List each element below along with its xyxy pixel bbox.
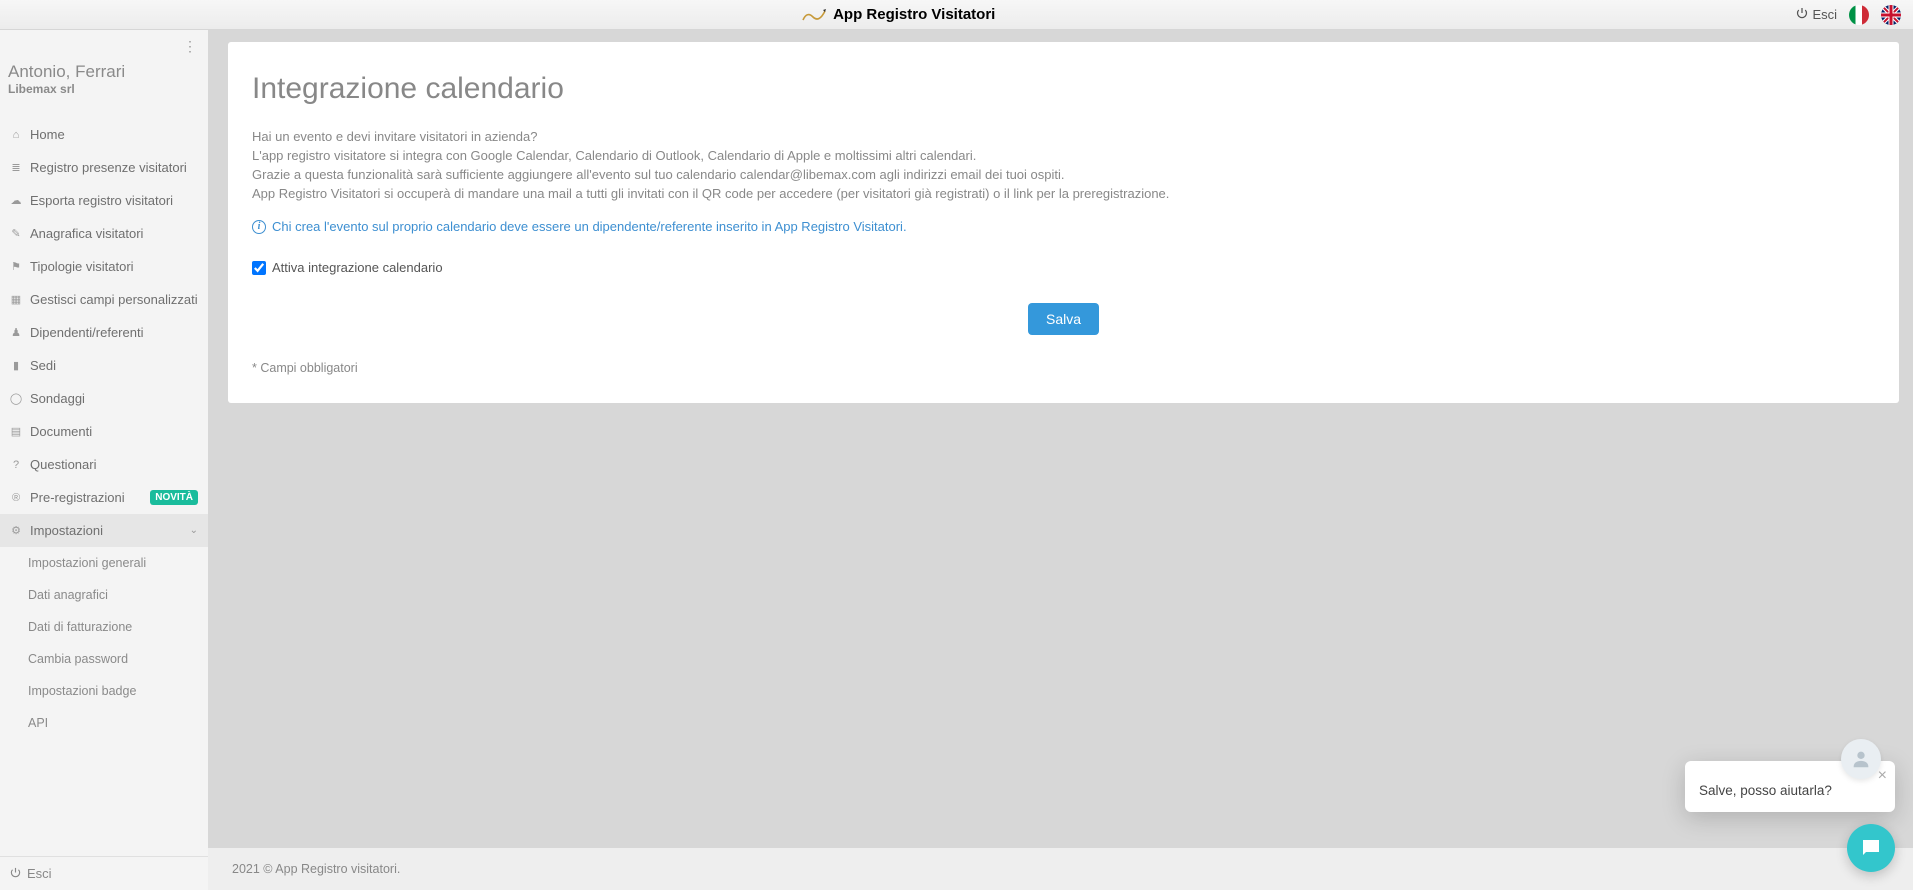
grid-icon: ▦	[10, 293, 22, 306]
flag-icon: ⚑	[10, 260, 22, 273]
sidebar-nav: ⌂ Home ≣ Registro presenze visitatori ☁ Esp…	[0, 118, 208, 739]
sidebar-item-label: Pre-registrazioni	[30, 490, 125, 505]
flag-it-icon[interactable]	[1849, 5, 1869, 25]
subnav-label: Cambia password	[28, 652, 128, 666]
page-title: Integrazione calendario	[252, 72, 1875, 106]
app-logo-icon	[801, 7, 827, 23]
sidebar-item-sedi[interactable]: ▮ Sedi	[0, 349, 208, 382]
edit-icon: ✎	[10, 227, 22, 240]
main: Integrazione calendario Hai un evento e …	[208, 0, 1913, 890]
content-wrap: Integrazione calendario Hai un evento e …	[208, 30, 1913, 848]
subnav-label: Impostazioni badge	[28, 684, 136, 698]
activate-calendar-checkbox[interactable]	[252, 261, 266, 275]
topbar-right: Esci	[1796, 5, 1913, 25]
checkbox-label: Attiva integrazione calendario	[272, 260, 443, 275]
subnav-label: API	[28, 716, 48, 730]
sidebar-item-home[interactable]: ⌂ Home	[0, 118, 208, 151]
sidebar-item-dipendenti[interactable]: ♟ Dipendenti/referenti	[0, 316, 208, 349]
cogs-icon: ⚙	[10, 524, 22, 537]
chevron-down-icon: ⌄	[190, 525, 198, 536]
intro-line3: Grazie a questa funzionalità sarà suffic…	[252, 166, 1875, 185]
page-footer: 2021 © App Registro visitatori.	[208, 848, 1913, 890]
sidebar-item-label: Impostazioni	[30, 523, 103, 538]
cloud-icon: ☁	[10, 194, 22, 207]
intro-block: Hai un evento e devi invitare visitatori…	[252, 128, 1875, 203]
topbar: App Registro Visitatori Esci	[0, 0, 1913, 30]
logout-label: Esci	[1812, 7, 1837, 22]
intro-line1: Hai un evento e devi invitare visitatori…	[252, 128, 1875, 147]
save-button[interactable]: Salva	[1028, 303, 1099, 335]
info-note: i Chi crea l'evento sul proprio calendar…	[252, 219, 1875, 234]
sidebar-item-esporta-registro[interactable]: ☁ Esporta registro visitatori	[0, 184, 208, 217]
sidebar-item-label: Anagrafica visitatori	[30, 226, 143, 241]
novita-badge: NOVITÀ	[150, 490, 198, 505]
sidebar-item-tipologie[interactable]: ⚑ Tipologie visitatori	[0, 250, 208, 283]
chat-message: Salve, posso aiutarla?	[1699, 783, 1881, 798]
save-row: Salva	[252, 303, 1875, 335]
file-icon: ▤	[10, 425, 22, 438]
checkbox-row[interactable]: Attiva integrazione calendario	[252, 260, 1875, 275]
power-icon	[10, 866, 21, 881]
company-name: Libemax srl	[8, 82, 196, 96]
sidebar-footer-label: Esci	[27, 866, 52, 881]
chat-avatar-icon	[1841, 739, 1881, 779]
sidebar-item-label: Registro presenze visitatori	[30, 160, 187, 175]
subnav-cambia-password[interactable]: Cambia password	[0, 643, 208, 675]
chat-popup[interactable]: × Salve, posso aiutarla?	[1685, 761, 1895, 812]
sidebar-item-label: Tipologie visitatori	[30, 259, 134, 274]
subnav-dati-fatturazione[interactable]: Dati di fatturazione	[0, 611, 208, 643]
subnav-impostazioni-badge[interactable]: Impostazioni badge	[0, 675, 208, 707]
sidebar-item-impostazioni[interactable]: ⚙ Impostazioni ⌄	[0, 514, 208, 547]
chat-close-icon[interactable]: ×	[1878, 767, 1887, 785]
sidebar-item-label: Home	[30, 127, 65, 142]
sidebar-item-label: Dipendenti/referenti	[30, 325, 143, 340]
user-name: Antonio, Ferrari	[8, 62, 196, 82]
sidebar-item-label: Documenti	[30, 424, 92, 439]
sidebar-header: ⋮ Antonio, Ferrari Libemax srl	[0, 30, 208, 104]
sidebar-item-preregistrazioni[interactable]: ® Pre-registrazioni NOVITÀ	[0, 481, 208, 514]
sidebar-item-label: Sedi	[30, 358, 56, 373]
circle-icon: ◯	[10, 392, 22, 405]
topbar-center: App Registro Visitatori	[0, 6, 1796, 23]
home-icon: ⌂	[10, 129, 22, 141]
sidebar-subnav-impostazioni: Impostazioni generali Dati anagrafici Da…	[0, 547, 208, 739]
logout-link-top[interactable]: Esci	[1796, 7, 1837, 22]
sidebar: ⋮ Antonio, Ferrari Libemax srl ⌂ Home ≣ Re…	[0, 30, 208, 890]
flag-uk-icon[interactable]	[1881, 5, 1901, 25]
sidebar-item-questionari[interactable]: ? Questionari	[0, 448, 208, 481]
sidebar-item-sondaggi[interactable]: ◯ Sondaggi	[0, 382, 208, 415]
subnav-label: Impostazioni generali	[28, 556, 146, 570]
subnav-dati-anagrafici[interactable]: Dati anagrafici	[0, 579, 208, 611]
subnav-label: Dati di fatturazione	[28, 620, 132, 634]
sidebar-item-registro-presenze[interactable]: ≣ Registro presenze visitatori	[0, 151, 208, 184]
kebab-menu-icon[interactable]: ⋮	[183, 38, 198, 55]
sidebar-footer: Esci	[0, 856, 208, 890]
building-icon: ▮	[10, 359, 22, 372]
sidebar-item-label: Questionari	[30, 457, 96, 472]
sidebar-item-campi-personalizzati[interactable]: ▦ Gestisci campi personalizzati	[0, 283, 208, 316]
sidebar-item-anagrafica[interactable]: ✎ Anagrafica visitatori	[0, 217, 208, 250]
sidebar-item-label: Gestisci campi personalizzati	[30, 292, 198, 307]
subnav-label: Dati anagrafici	[28, 588, 108, 602]
chat-launcher-button[interactable]	[1847, 824, 1895, 872]
power-icon	[1796, 7, 1808, 22]
info-note-text: Chi crea l'evento sul proprio calendario…	[272, 219, 907, 234]
sidebar-item-label: Sondaggi	[30, 391, 85, 406]
user-icon: ♟	[10, 326, 22, 339]
app-title: App Registro Visitatori	[833, 6, 995, 23]
panel-calendar-integration: Integrazione calendario Hai un evento e …	[228, 42, 1899, 403]
subnav-impostazioni-generali[interactable]: Impostazioni generali	[0, 547, 208, 579]
intro-line4: App Registro Visitatori si occuperà di m…	[252, 185, 1875, 204]
sidebar-item-label: Esporta registro visitatori	[30, 193, 173, 208]
register-icon: ®	[10, 492, 22, 504]
info-icon: i	[252, 220, 266, 234]
required-fields-note: * Campi obbligatori	[252, 361, 1875, 375]
subnav-api[interactable]: API	[0, 707, 208, 739]
question-icon: ?	[10, 459, 22, 471]
intro-line2: L'app registro visitatore si integra con…	[252, 147, 1875, 166]
sidebar-item-documenti[interactable]: ▤ Documenti	[0, 415, 208, 448]
logout-link-sidebar[interactable]: Esci	[0, 857, 208, 890]
list-icon: ≣	[10, 161, 22, 174]
